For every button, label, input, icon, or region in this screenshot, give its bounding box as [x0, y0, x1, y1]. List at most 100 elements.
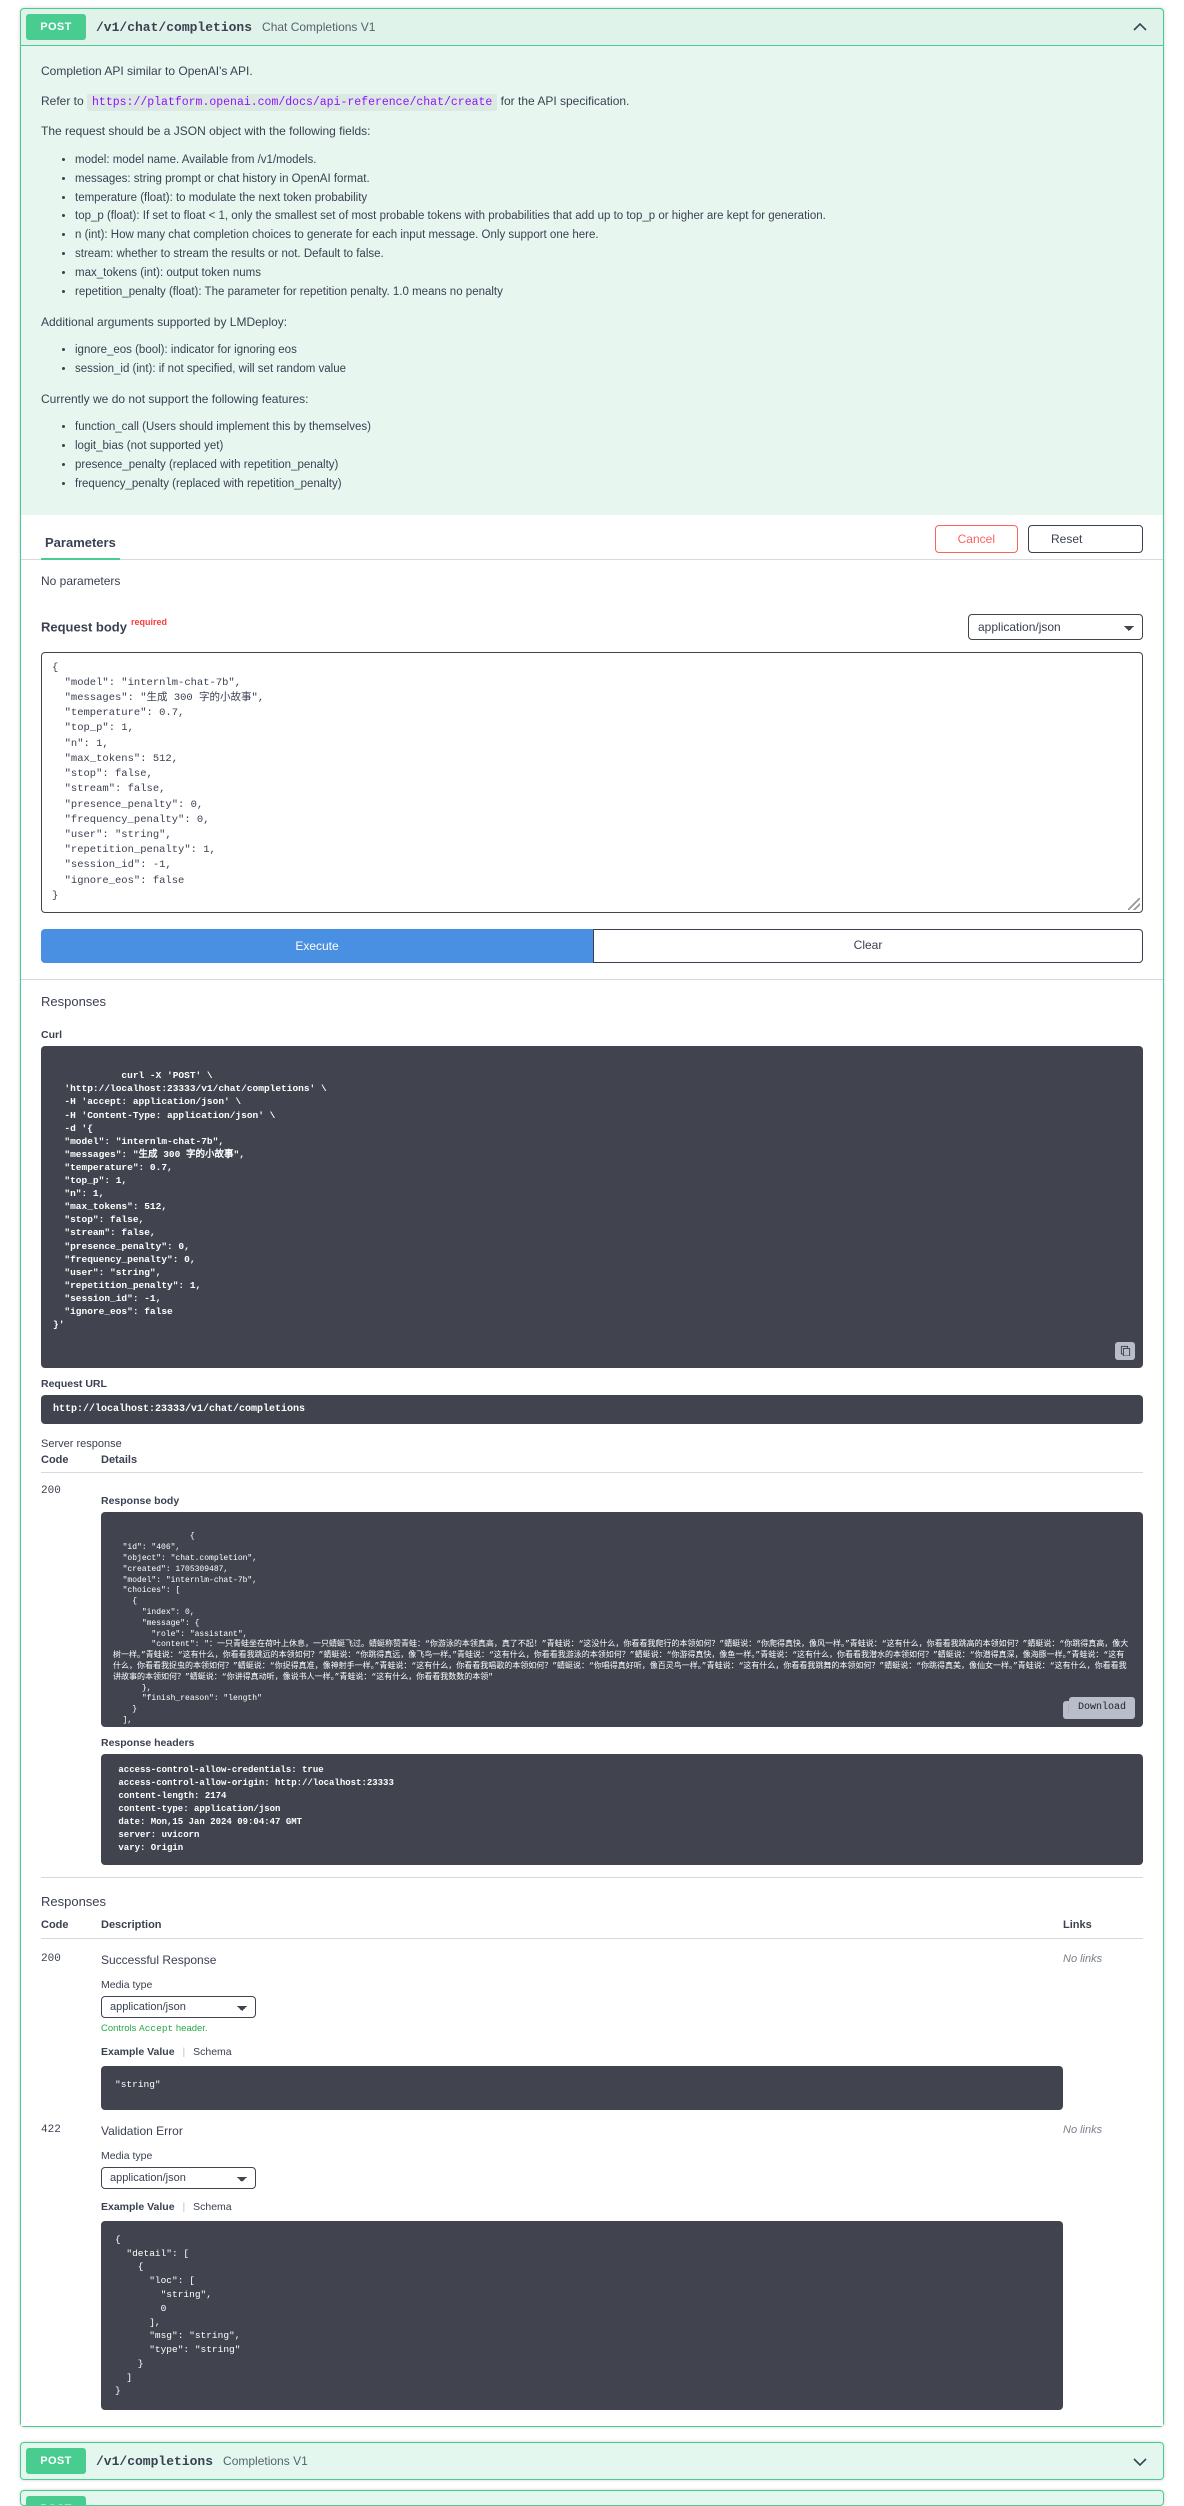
response-description-cell: Validation Error Media type application/…	[101, 2123, 1063, 2411]
curl-command-block: curl -X 'POST' \ 'http://localhost:23333…	[41, 1046, 1143, 1368]
tab-example-value[interactable]: Example Value	[101, 2201, 175, 2213]
table-row: 422 Validation Error Media type applicat…	[41, 2110, 1143, 2411]
chevron-up-icon[interactable]	[1130, 17, 1150, 37]
list-item: function_call (Users should implement th…	[75, 419, 1143, 437]
no-parameters-text: No parameters	[21, 559, 1163, 602]
operation-body: Completion API similar to OpenAI's API. …	[21, 46, 1163, 2427]
desc-refer-suffix: for the API specification.	[500, 93, 630, 108]
list-item: model: model name. Available from /v1/mo…	[75, 152, 1143, 170]
list-item: frequency_penalty (replaced with repetit…	[75, 476, 1143, 494]
list-item: logit_bias (not supported yet)	[75, 438, 1143, 456]
column-header-description: Description	[101, 1918, 162, 1931]
response-headers-label: Response headers	[101, 1736, 195, 1749]
media-type-label: Media type	[101, 2149, 153, 2162]
tab-example-value[interactable]: Example Value	[101, 2046, 175, 2058]
column-header-details: Details	[101, 1453, 138, 1466]
request-fields-list: model: model name. Available from /v1/mo…	[41, 152, 1143, 302]
documented-responses-section: Responses Code Description Links 200 Suc…	[21, 1876, 1163, 2427]
request-body-editor[interactable]: { "model": "internlm-chat-7b", "messages…	[41, 651, 1143, 914]
responses-doc-title: Responses	[41, 1876, 1143, 1919]
column-header-links: Links	[1063, 1918, 1092, 1931]
desc-intro: Completion API similar to OpenAI's API.	[41, 64, 253, 78]
request-body-editor-wrap: { "model": "internlm-chat-7b", "messages…	[21, 647, 1163, 930]
response-description: Validation Error	[101, 2123, 183, 2138]
request-url-label: Request URL	[41, 1377, 107, 1390]
operation-summary-text: Completions V1	[223, 2454, 308, 2469]
media-type-select-422[interactable]: application/json	[101, 2166, 256, 2189]
http-method-badge: POST	[26, 2448, 86, 2475]
response-code: 422	[41, 2123, 61, 2136]
response-links: No links	[1063, 2123, 1103, 2136]
response-status-code: 200	[41, 1484, 61, 1497]
list-item: stream: whether to stream the results or…	[75, 246, 1143, 264]
execute-button[interactable]: Execute	[41, 929, 593, 964]
required-badge: required	[130, 616, 167, 627]
desc-refer-line: Refer to https://platform.openai.com/doc…	[41, 92, 1143, 112]
operation-chat-completions: POST /v1/chat/completions Chat Completio…	[20, 8, 1164, 2428]
controls-suffix: header.	[175, 2022, 208, 2034]
operation-description: Completion API similar to OpenAI's API. …	[21, 46, 1163, 515]
operation-summary-header[interactable]: POST /v1/completions Completions V1	[21, 2443, 1163, 2480]
operation-path: /v1/completions	[96, 2453, 214, 2469]
parameters-header: Parameters Cancel Reset	[21, 514, 1163, 560]
chevron-down-icon[interactable]	[1130, 2451, 1150, 2471]
tab-schema[interactable]: Schema	[193, 2046, 232, 2058]
http-method-badge: POST	[26, 2496, 86, 2506]
tab-parameters[interactable]: Parameters	[41, 531, 120, 560]
clear-button[interactable]: Clear	[593, 929, 1143, 964]
media-type-label: Media type	[101, 1978, 153, 1991]
http-method-badge: POST	[26, 14, 86, 40]
list-item: ignore_eos (bool): indicator for ignorin…	[75, 342, 1143, 360]
copy-icon[interactable]	[1115, 1341, 1135, 1360]
list-item: repetition_penalty (float): The paramete…	[75, 284, 1143, 302]
example-schema-tabs-200: Example Value | Schema	[101, 2046, 1063, 2058]
tab-separator: |	[182, 2045, 186, 2058]
tab-schema[interactable]: Schema	[193, 2201, 232, 2213]
response-body-block: { "id": "406", "object": "chat.completio…	[101, 1511, 1143, 1727]
unsupported-features-list: function_call (Users should implement th…	[41, 419, 1143, 493]
operation-next-partial[interactable]: POST	[20, 2490, 1164, 2506]
download-button[interactable]: Download	[1068, 1697, 1135, 1719]
controls-accept-hint: Controls Accept header.	[101, 2023, 1063, 2034]
response-links: No links	[1063, 1952, 1103, 1965]
operation-summary-header[interactable]: POST /v1/chat/completions Chat Completio…	[21, 9, 1163, 46]
request-body-header: Request body required application/json	[21, 601, 1163, 648]
request-content-type-select[interactable]: application/json	[968, 613, 1143, 640]
server-response-label: Server response	[41, 1437, 122, 1450]
server-response-row: 200 Response body { "id": "406", "object…	[41, 1473, 1143, 1865]
openai-reference-link[interactable]: https://platform.openai.com/docs/api-ref…	[87, 93, 498, 111]
list-item: session_id (int): if not specified, will…	[75, 361, 1143, 379]
server-response-details: Response body { "id": "406", "object": "…	[101, 1485, 1143, 1865]
live-responses-title: Responses	[21, 979, 1163, 1020]
request-body-title-group: Request body required	[41, 617, 167, 636]
cancel-button[interactable]: Cancel	[934, 524, 1018, 553]
response-body-text: { "id": "406", "object": "chat.completio…	[113, 1532, 1129, 1725]
live-response-content: Curl curl -X 'POST' \ 'http://localhost:…	[21, 1029, 1163, 1865]
operation-summary-header[interactable]: POST	[21, 2491, 1163, 2506]
operation-summary-text: Chat Completions V1	[262, 20, 376, 34]
list-item: n (int): How many chat completion choice…	[75, 227, 1143, 245]
desc-fields-heading: The request should be a JSON object with…	[41, 124, 371, 139]
list-item: max_tokens (int): output token nums	[75, 265, 1143, 283]
swagger-ui-page: POST /v1/chat/completions Chat Completio…	[0, 8, 1184, 2506]
operation-path: /v1/chat/completions	[96, 19, 253, 35]
response-description: Successful Response	[101, 1952, 217, 1967]
list-item: top_p (float): If set to float < 1, only…	[75, 208, 1143, 226]
response-body-label: Response body	[101, 1494, 180, 1507]
controls-prefix: Controls	[101, 2022, 137, 2034]
media-type-select-200[interactable]: application/json	[101, 1995, 256, 2018]
resize-handle-icon[interactable]	[1128, 898, 1140, 911]
reset-button[interactable]: Reset	[1028, 524, 1143, 553]
desc-unsupported-heading: Currently we do not support the followin…	[41, 391, 309, 406]
example-schema-tabs-422: Example Value | Schema	[101, 2201, 1063, 2213]
operation-completions[interactable]: POST /v1/completions Completions V1	[20, 2442, 1164, 2481]
example-value-422: { "detail": [ { "loc": [ "string", 0 ], …	[101, 2220, 1063, 2411]
accept-header-code: Accept	[139, 2022, 174, 2034]
example-value-200: "string"	[101, 2065, 1063, 2110]
response-headers-block: access-control-allow-credentials: true a…	[101, 1753, 1143, 1865]
curl-label: Curl	[41, 1029, 62, 1042]
additional-args-list: ignore_eos (bool): indicator for ignorin…	[41, 342, 1143, 379]
response-description-cell: Successful Response Media type applicati…	[101, 1953, 1063, 2110]
column-header-code: Code	[41, 1918, 69, 1931]
parameters-actions: Cancel Reset	[934, 524, 1143, 559]
